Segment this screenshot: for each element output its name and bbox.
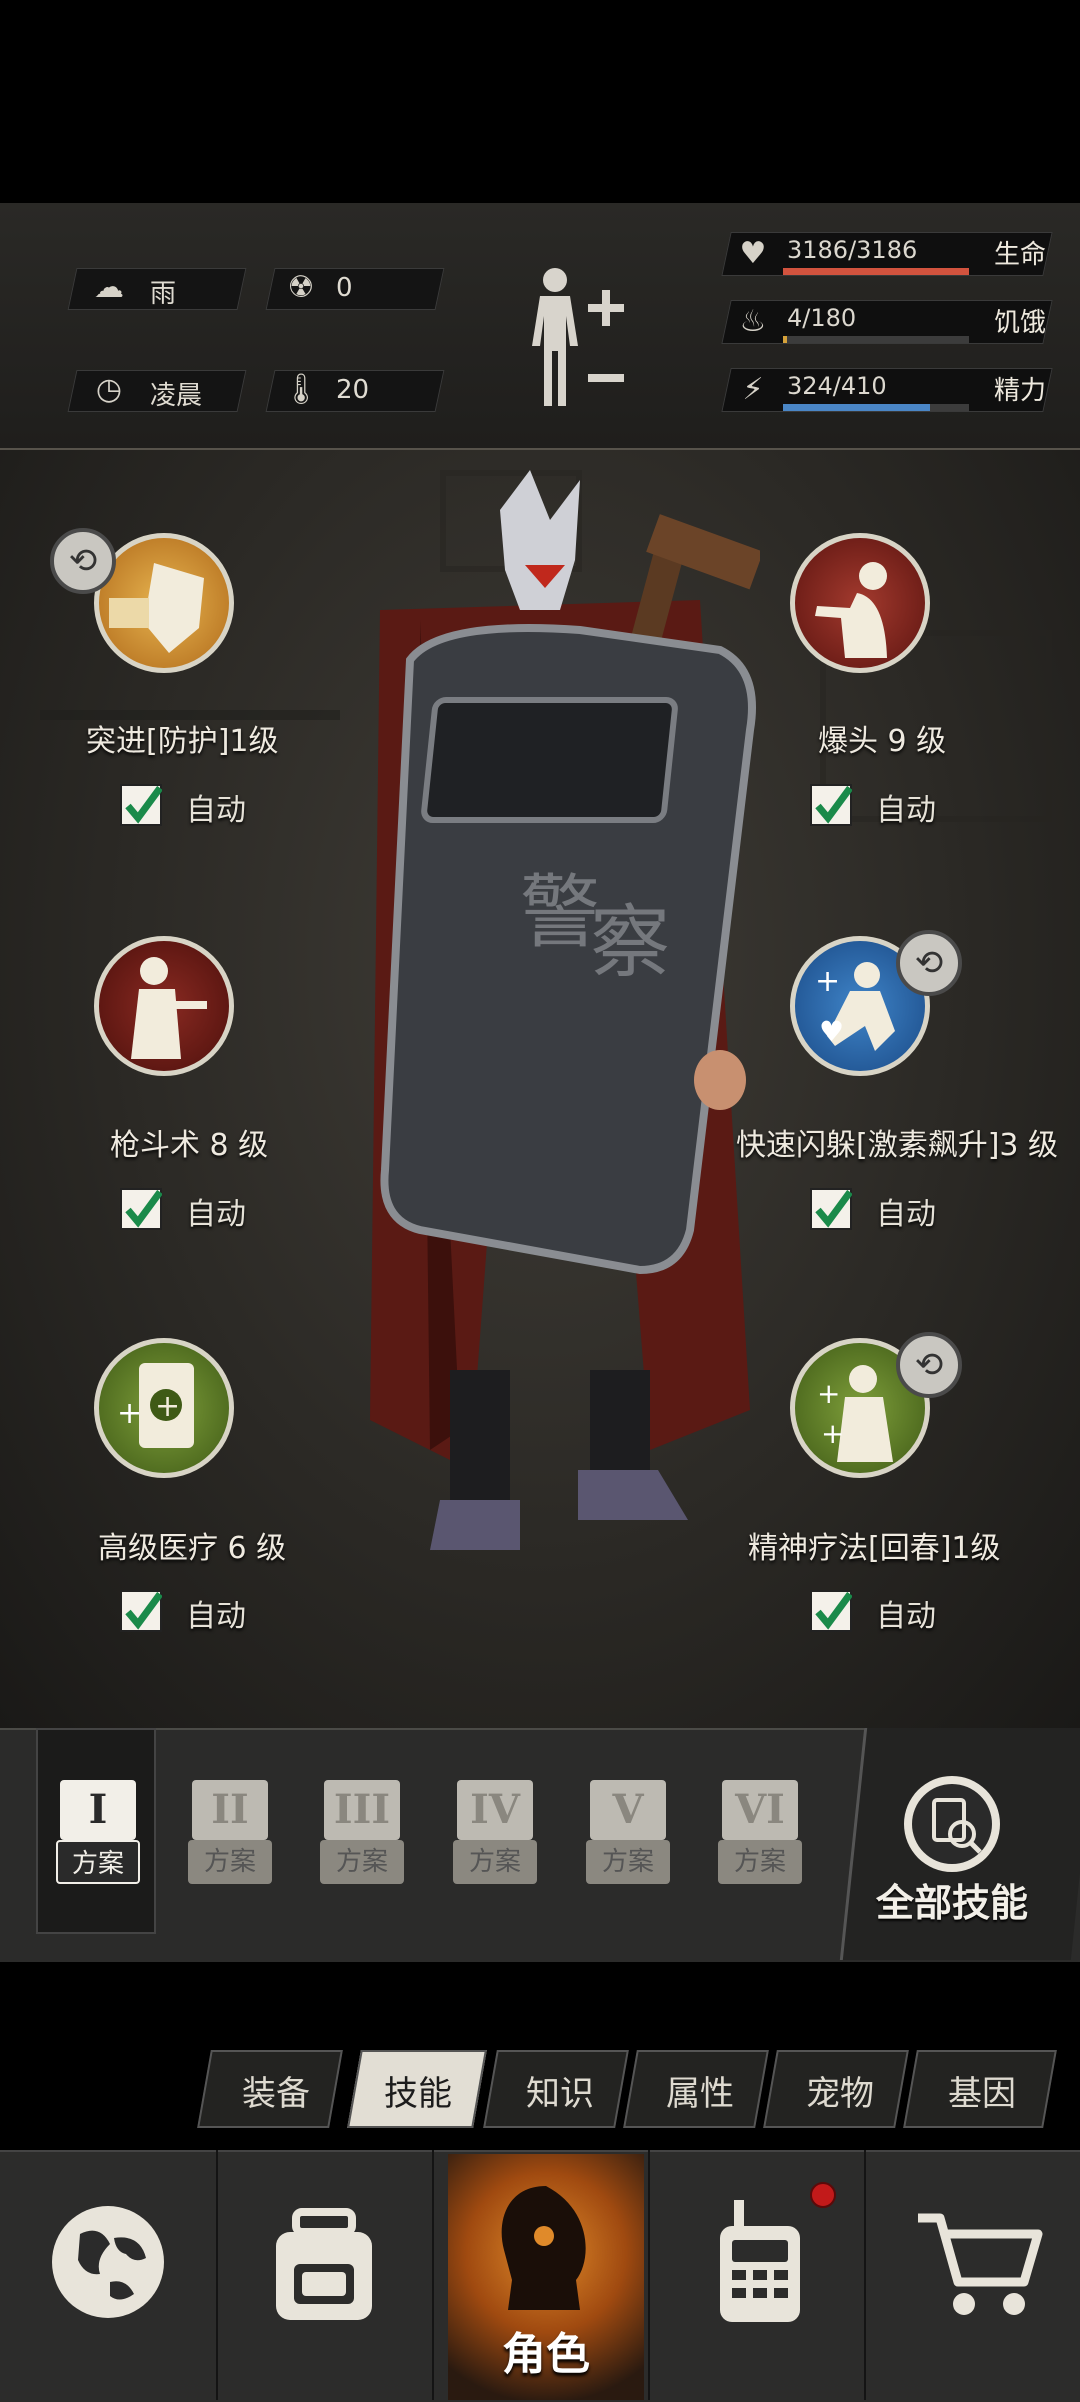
- energy-track: [783, 404, 969, 411]
- tab-label: 技能: [384, 2074, 452, 2114]
- health-fill: [783, 268, 969, 275]
- energy-fill: [783, 404, 930, 411]
- plan-2[interactable]: II 方案: [188, 1778, 272, 1900]
- skill-name: 高级医疗 6 级: [98, 1531, 287, 1566]
- brain-bolt-icon: ⚡: [742, 371, 764, 407]
- energy-label: 精力: [994, 376, 1047, 406]
- auto-label: 自动: [186, 1599, 246, 1634]
- energy-value: 324/410: [787, 372, 887, 400]
- auto-checkbox[interactable]: [810, 1188, 852, 1230]
- auto-label: 自动: [876, 1197, 936, 1232]
- clock-icon: ◷: [95, 371, 123, 407]
- character-head-icon: [501, 2186, 586, 2310]
- hunger-label: 饥饿: [994, 308, 1047, 338]
- radiation-value: 0: [336, 273, 353, 303]
- temperature-value: 20: [336, 375, 370, 405]
- character-nav-label: 角色: [502, 2329, 590, 2380]
- auto-label: 自动: [876, 1599, 936, 1634]
- stomach-icon: ♨: [739, 303, 767, 339]
- plan-6[interactable]: VI 方案: [718, 1778, 802, 1900]
- auto-checkbox[interactable]: [120, 1590, 162, 1632]
- plan-4[interactable]: IV 方案: [453, 1778, 537, 1900]
- svg-text:+: +: [815, 964, 840, 999]
- time-of-day-value: 凌晨: [150, 381, 203, 411]
- plan-1[interactable]: I 方案: [56, 1778, 140, 1900]
- auto-checkbox[interactable]: [810, 1590, 852, 1632]
- weather-value: 雨: [150, 279, 177, 309]
- health-value: 3186/3186: [787, 236, 918, 264]
- skill-name: 突进[防护]1级: [86, 724, 279, 759]
- svg-text:警: 警: [520, 866, 600, 959]
- body-status-icon[interactable]: [520, 262, 630, 422]
- headshot-icon[interactable]: [790, 533, 930, 673]
- gun-fu-icon[interactable]: [94, 936, 234, 1076]
- svg-text:察: 察: [590, 896, 670, 989]
- skill-name: 枪斗术 8 级: [110, 1128, 269, 1163]
- svg-text:+: +: [155, 1389, 180, 1424]
- shopping-cart-icon[interactable]: [914, 2210, 1044, 2320]
- walkie-talkie-icon[interactable]: [712, 2196, 808, 2326]
- health-track: [783, 268, 969, 275]
- hunger-value: 4/180: [787, 304, 857, 332]
- auto-label: 自动: [186, 1197, 246, 1232]
- tab-label: 宠物: [806, 2074, 874, 2114]
- swap-icon[interactable]: ⟲: [896, 1332, 962, 1398]
- tab-label: 基因: [948, 2074, 1016, 2114]
- health-label: 生命: [994, 240, 1047, 270]
- skill-search-icon: [904, 1776, 1000, 1872]
- thermometer-icon: 🌡: [281, 371, 321, 407]
- tab-label: 装备: [242, 2074, 310, 2114]
- radiation-icon: ☢: [287, 269, 315, 305]
- hunger-track: [783, 336, 969, 343]
- tab-label: 属性: [666, 2074, 734, 2114]
- svg-text:+: +: [817, 1377, 840, 1410]
- auto-checkbox[interactable]: [120, 784, 162, 826]
- svg-text:+: +: [117, 1396, 142, 1431]
- heart-icon: ♥: [739, 235, 767, 271]
- plan-3[interactable]: III 方案: [320, 1778, 404, 1900]
- character-figure: 警 察: [370, 470, 760, 1550]
- svg-text:♥: ♥: [819, 1015, 844, 1048]
- plan-5[interactable]: V 方案: [586, 1778, 670, 1900]
- skill-name: 快速闪躲[激素飙升]3 级: [736, 1128, 1059, 1163]
- skill-name: 爆头 9 级: [818, 724, 947, 759]
- auto-checkbox[interactable]: [120, 1188, 162, 1230]
- swap-icon[interactable]: ⟲: [50, 528, 116, 594]
- rain-cloud-icon: ☁: [94, 269, 124, 305]
- globe-icon[interactable]: [50, 2204, 166, 2320]
- tab-label: 知识: [526, 2074, 594, 2114]
- skill-name: 精神疗法[回春]1级: [748, 1531, 1001, 1566]
- auto-checkbox[interactable]: [810, 784, 852, 826]
- backpack-icon[interactable]: [266, 2206, 382, 2326]
- all-skills-label[interactable]: 全部技能: [876, 1872, 1028, 1927]
- advanced-medical-icon[interactable]: + +: [94, 1338, 234, 1478]
- notification-dot: [810, 2182, 836, 2208]
- hunger-fill: [783, 336, 788, 343]
- auto-label: 自动: [186, 793, 246, 828]
- swap-icon[interactable]: ⟲: [896, 930, 962, 996]
- svg-text:+: +: [821, 1417, 844, 1450]
- auto-label: 自动: [876, 793, 936, 828]
